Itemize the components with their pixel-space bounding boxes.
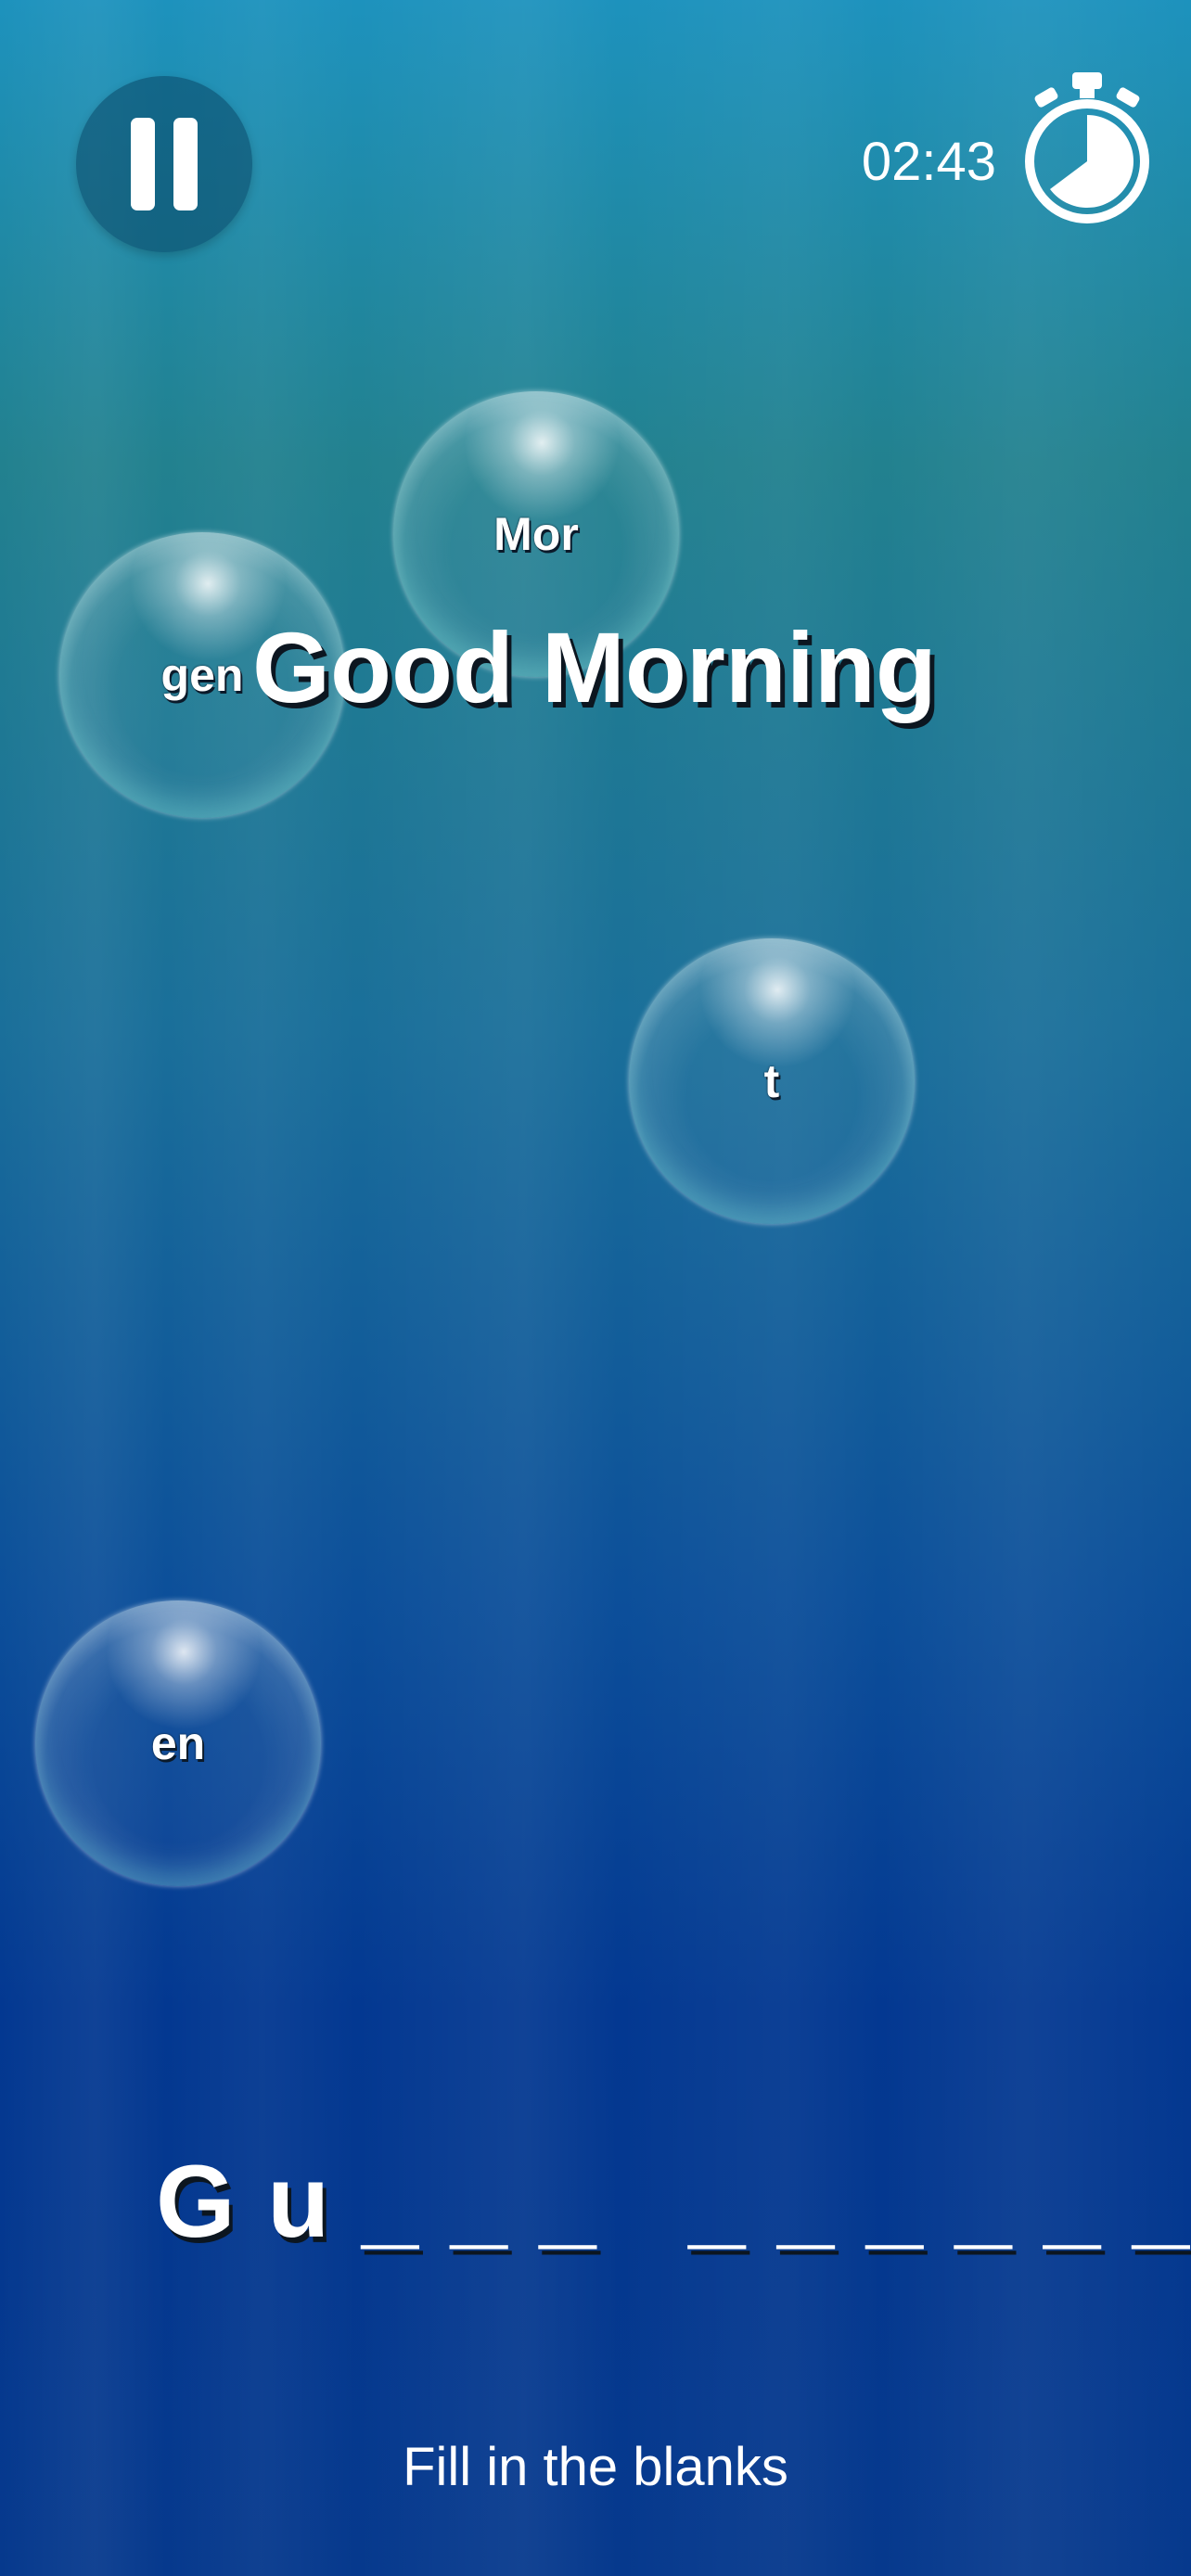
bubble-label: t: [763, 1055, 780, 1107]
bubble-label: Mor: [493, 508, 579, 560]
pause-icon: [131, 118, 198, 210]
word-bubble[interactable]: en: [35, 1600, 321, 1886]
bubble-label: gen: [160, 649, 244, 701]
pause-button[interactable]: [76, 76, 252, 252]
target-phrase: Good Morning: [252, 611, 937, 723]
timer-display: 02:43: [861, 132, 996, 192]
bubble-label: en: [150, 1717, 206, 1769]
word-bubble[interactable]: t: [629, 938, 915, 1224]
instruction-text: Fill in the blanks: [403, 2437, 788, 2497]
stopwatch-icon: [1025, 72, 1149, 223]
answer-blanks: G u _ _ _ _ _ _ _ _ _: [156, 2145, 1191, 2259]
